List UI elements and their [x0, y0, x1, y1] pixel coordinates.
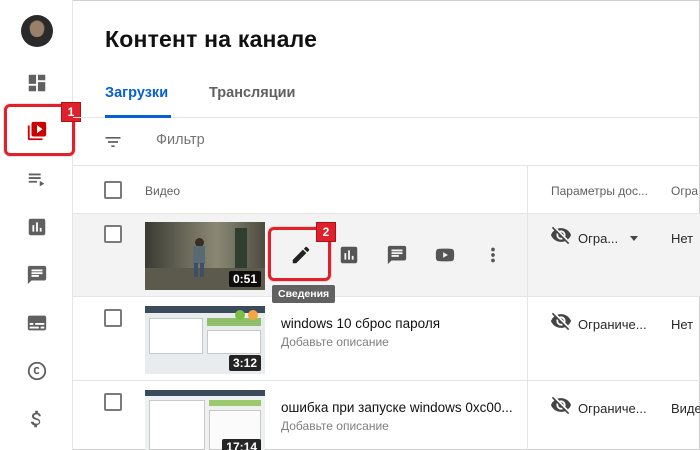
more-options-icon[interactable] — [480, 242, 506, 268]
video-duration: 0:51 — [228, 271, 261, 287]
youtube-view-button[interactable] — [432, 242, 458, 268]
visibility-value[interactable]: Огра... — [578, 231, 618, 246]
filter-input[interactable] — [156, 132, 456, 148]
playlists-icon[interactable] — [25, 167, 49, 191]
filter-bar — [73, 118, 700, 166]
video-duration: 17:14 — [222, 439, 261, 450]
analytics-button[interactable] — [336, 242, 362, 268]
video-description[interactable]: Добавьте описание — [281, 335, 389, 349]
column-divider — [527, 166, 528, 450]
subtitles-icon[interactable] — [25, 311, 49, 335]
copyright-icon[interactable] — [25, 359, 49, 383]
video-description[interactable]: Добавьте описание — [281, 419, 389, 433]
table-row[interactable]: 0:51 Огра... Нет — [73, 214, 700, 297]
restrictions-value: Нет — [671, 317, 694, 332]
video-title[interactable]: windows 10 сброс пароля — [281, 316, 440, 331]
table-row[interactable]: 3:12 windows 10 сброс пароля Добавьте оп… — [73, 297, 700, 381]
row-checkbox[interactable] — [104, 225, 122, 243]
page-title: Контент на канале — [105, 26, 318, 52]
row-checkbox[interactable] — [104, 393, 122, 411]
row-checkbox[interactable] — [104, 309, 122, 327]
sidebar — [0, 0, 73, 450]
select-all-checkbox[interactable] — [104, 181, 122, 199]
restrictions-value: Виде — [671, 401, 700, 416]
video-thumbnail[interactable]: 3:12 — [145, 306, 265, 374]
visibility-value[interactable]: Ограниче... — [578, 401, 647, 416]
column-visibility[interactable]: Параметры дос... — [551, 184, 648, 198]
comments-icon[interactable] — [25, 263, 49, 287]
tab-bar: Загрузки Трансляции — [73, 70, 700, 118]
visibility-off-icon — [550, 310, 572, 332]
tab-live[interactable]: Трансляции — [209, 85, 295, 101]
avatar[interactable] — [21, 15, 53, 47]
visibility-dropdown-icon[interactable] — [630, 236, 638, 241]
visibility-off-icon — [550, 394, 572, 416]
comments-button[interactable] — [384, 242, 410, 268]
table-row[interactable]: 17:14 ошибка при запуске windows 0xc00..… — [73, 381, 700, 450]
dashboard-icon[interactable] — [25, 71, 49, 95]
tab-uploads[interactable]: Загрузки — [105, 85, 168, 101]
filter-icon[interactable] — [103, 132, 123, 152]
column-video[interactable]: Видео — [145, 184, 180, 198]
video-title[interactable]: ошибка при запуске windows 0xc00... — [281, 400, 513, 415]
analytics-icon[interactable] — [25, 215, 49, 239]
visibility-off-icon — [550, 224, 572, 246]
monetization-icon[interactable] — [25, 407, 49, 431]
column-restrictions[interactable]: Огра — [671, 184, 698, 198]
visibility-value[interactable]: Ограниче... — [578, 317, 647, 332]
table-header: Видео Параметры дос... Огра — [73, 166, 700, 214]
video-duration: 3:12 — [228, 355, 261, 371]
restrictions-value: Нет — [671, 231, 694, 246]
step2-badge: 2 — [316, 222, 336, 242]
video-thumbnail[interactable]: 17:14 — [145, 390, 265, 450]
video-thumbnail[interactable]: 0:51 — [145, 222, 265, 290]
